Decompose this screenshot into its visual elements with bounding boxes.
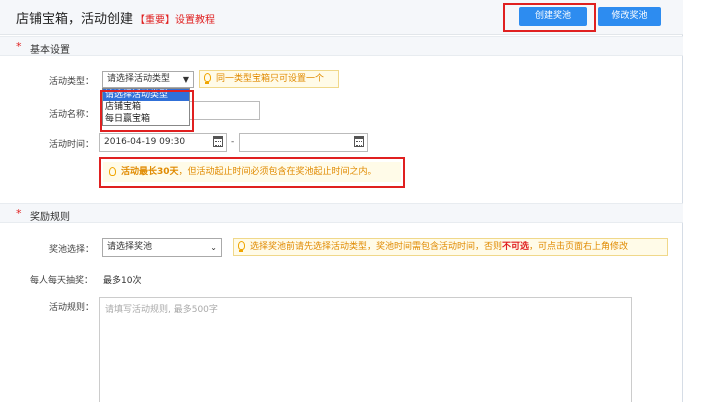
time-separator: - (231, 137, 235, 147)
section-title: 奖励规则 (30, 212, 70, 223)
tip-text: ，可点击页面右上角修改 (529, 242, 629, 252)
tip-strong: 不可选 (502, 242, 530, 252)
pool-select-tip: 选择奖池前请先选择活动类型，奖池时间需包含活动时间，否则不可选，可点击页面右上角… (233, 238, 668, 256)
calendar-icon[interactable] (354, 136, 364, 147)
daily-draw-label: 每人每天抽奖： (30, 276, 94, 286)
tutorial-link[interactable]: 【重要】设置教程 (135, 11, 215, 26)
chevron-down-icon: ⌄ (210, 243, 217, 252)
activity-type-selected: 请选择活动类型 (107, 74, 171, 84)
calendar-icon[interactable] (213, 136, 223, 147)
basic-settings-header: * 基本设置 (0, 36, 683, 56)
activity-name-label: 活动名称： (49, 110, 95, 120)
reward-rules-header: * 奖励规则 (0, 203, 683, 223)
page-frame: 店铺宝箱，活动创建 【重要】设置教程 创建奖池 修改奖池 * 基本设置 活动类型… (0, 0, 683, 402)
activity-type-tip: 同一类型宝箱只可设置一个 (199, 70, 339, 88)
required-mark: * (16, 40, 22, 53)
page-title: 店铺宝箱，活动创建 (16, 12, 134, 27)
start-time-input[interactable]: 2016-04-19 09:30 (99, 133, 227, 152)
modify-pool-button[interactable]: 修改奖池 (598, 7, 661, 26)
dropdown-arrow-icon: ▼ (182, 75, 189, 84)
tip-text: 选择奖池前请先选择活动类型，奖池时间需包含活动时间，否则 (250, 242, 503, 252)
lightbulb-icon (238, 241, 245, 252)
lightbulb-icon (204, 73, 211, 84)
duration-tip-highlight: 活动最长30天，但活动起止时间必须包含在奖池起止时间之内。 (99, 157, 405, 188)
tip-text: 同一类型宝箱只可设置一个 (216, 74, 325, 84)
highlight-box-create (503, 3, 596, 32)
lightbulb-icon (109, 167, 116, 176)
activity-time-label: 活动时间： (49, 140, 95, 150)
highlight-box-dropdown (100, 90, 194, 132)
duration-tip-strong: 活动最长30天 (121, 167, 179, 177)
daily-draw-value: 最多10次 (103, 276, 142, 286)
rules-label: 活动规则： (49, 303, 95, 313)
pool-selected: 请选择奖池 (107, 242, 153, 252)
duration-tip: 活动最长30天，但活动起止时间必须包含在奖池起止时间之内。 (103, 162, 401, 182)
activity-type-label: 活动类型： (49, 77, 95, 87)
pool-select[interactable]: 请选择奖池 ⌄ (102, 238, 222, 257)
rules-textarea[interactable]: 请填写活动规则, 最多500字 (99, 297, 632, 402)
section-title: 基本设置 (30, 45, 70, 56)
end-time-input[interactable] (239, 133, 368, 152)
required-mark: * (16, 207, 22, 220)
start-time-value: 2016-04-19 09:30 (104, 137, 186, 147)
header-bar: 店铺宝箱，活动创建 【重要】设置教程 创建奖池 修改奖池 (0, 0, 683, 35)
activity-type-select[interactable]: 请选择活动类型 ▼ (102, 71, 194, 88)
pool-select-label: 奖池选择： (49, 245, 95, 255)
duration-tip-text: ，但活动起止时间必须包含在奖池起止时间之内。 (178, 167, 377, 177)
